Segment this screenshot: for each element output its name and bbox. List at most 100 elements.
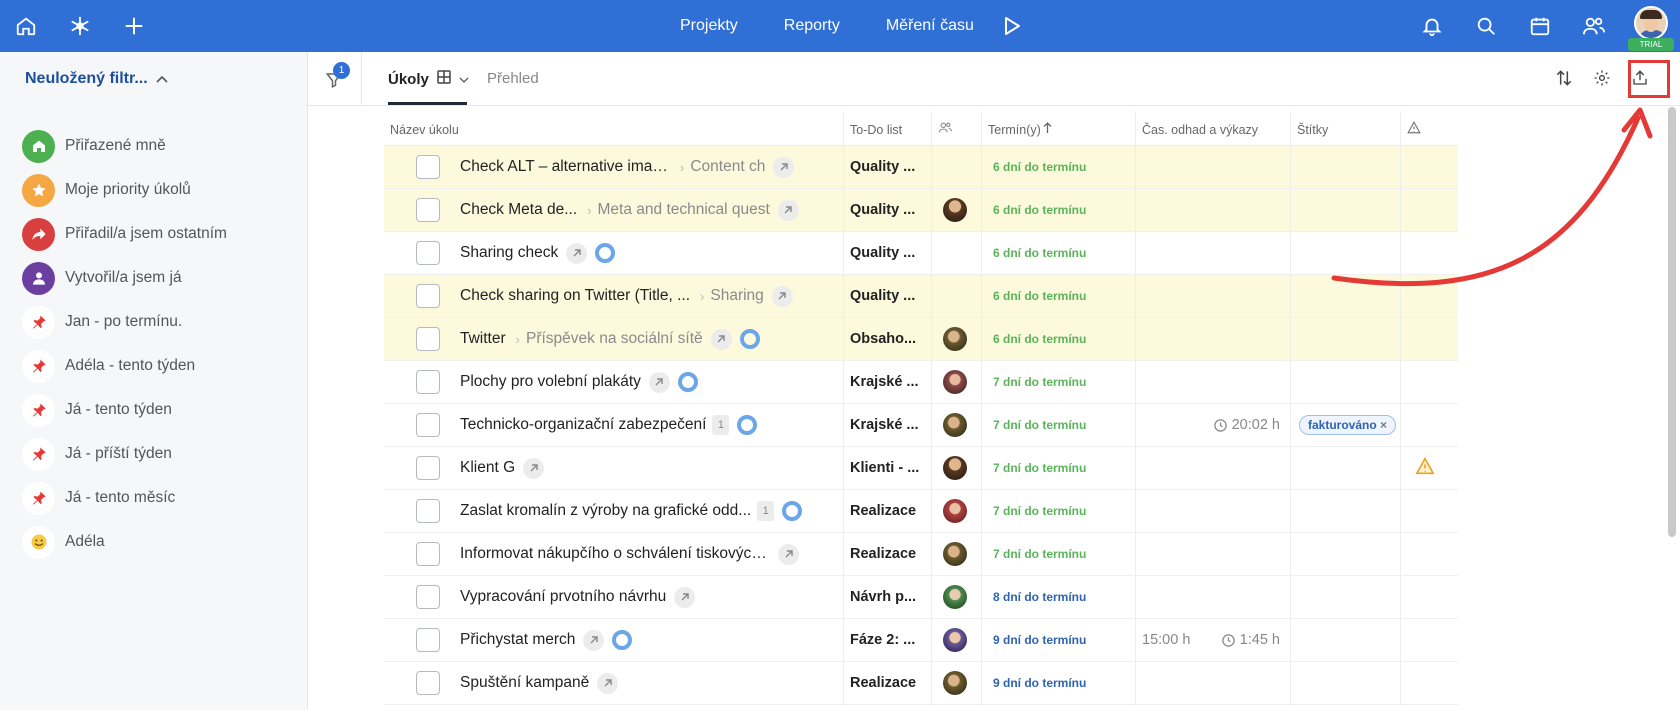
assignee-avatar[interactable] [943, 499, 967, 523]
task-parent-crumb[interactable]: › Meta and technical quest [587, 201, 770, 219]
open-task-icon[interactable] [777, 199, 799, 221]
sidebar-item-adela[interactable]: Adéla [22, 520, 227, 564]
snowflake-icon[interactable] [66, 12, 94, 40]
task-name[interactable]: Sharing check [460, 244, 558, 262]
sidebar-item-vytvoril-ja[interactable]: Vytvořil/a jsem já [22, 256, 227, 300]
task-checkbox[interactable] [416, 370, 440, 394]
table-row[interactable]: Informovat nákupčího o schválení tiskový… [384, 532, 1458, 576]
assignee-avatar[interactable] [943, 327, 967, 351]
todo-list-name[interactable]: Quality ... [844, 202, 915, 218]
todo-list-name[interactable]: Klienti - ... [844, 460, 919, 476]
task-checkbox[interactable] [416, 198, 440, 222]
task-checkbox[interactable] [416, 155, 440, 179]
task-checkbox[interactable] [416, 671, 440, 695]
open-task-icon[interactable] [773, 156, 795, 178]
open-task-icon[interactable] [523, 457, 545, 479]
assignee-avatar[interactable] [943, 628, 967, 652]
task-name[interactable]: Spuštění kampaně [460, 674, 589, 692]
time-estimate[interactable]: 15:00 h [1142, 632, 1190, 648]
task-name[interactable]: Check ALT – alternative imag... [460, 158, 670, 176]
todo-list-name[interactable]: Realizace [844, 503, 916, 519]
task-name[interactable]: Informovat nákupčího o schválení tiskový… [460, 545, 770, 563]
nav-reporty[interactable]: Reporty [784, 17, 840, 35]
nav-mereni-casu[interactable]: Měření času [886, 17, 974, 35]
table-row[interactable]: Spuštění kampaně Realizace 9 dní do term… [384, 661, 1458, 705]
plus-icon[interactable] [120, 12, 148, 40]
table-row[interactable]: Check ALT – alternative imag... › Content… [384, 145, 1458, 189]
warning-icon[interactable] [1415, 456, 1435, 480]
task-checkbox[interactable] [416, 456, 440, 480]
todo-list-name[interactable]: Quality ... [844, 288, 915, 304]
task-checkbox[interactable] [416, 413, 440, 437]
todo-list-name[interactable]: Realizace [844, 546, 916, 562]
todo-list-name[interactable]: Krajské ... [844, 417, 919, 433]
table-row[interactable]: Zaslat kromalín z výroby na grafické odd… [384, 489, 1458, 533]
filter-title-dropdown[interactable]: Neuložený filtr... [25, 70, 168, 88]
open-task-icon[interactable] [597, 672, 619, 694]
assignee-avatar[interactable] [943, 370, 967, 394]
sidebar-item-ja-tento-tyden[interactable]: Já - tento týden [22, 388, 227, 432]
assignee-avatar[interactable] [943, 671, 967, 695]
table-row[interactable]: Vypracování prvotního návrhu Návrh p... … [384, 575, 1458, 619]
tab-prehled[interactable]: Přehled [487, 70, 539, 87]
todo-list-name[interactable]: Obsaho... [844, 331, 916, 347]
sidebar-item-ja-tento-mesic[interactable]: Já - tento měsíc [22, 476, 227, 520]
task-name[interactable]: Plochy pro volební plakáty [460, 373, 641, 391]
task-name[interactable]: Check Meta de... [460, 201, 577, 219]
gear-icon[interactable] [1590, 66, 1614, 90]
task-parent-crumb[interactable]: › Příspěvek na sociální sítě [516, 330, 703, 348]
task-checkbox[interactable] [416, 327, 440, 351]
todo-list-name[interactable]: Realizace [844, 675, 916, 691]
assignee-avatar[interactable] [943, 585, 967, 609]
chevron-down-icon[interactable] [459, 71, 469, 88]
bell-icon[interactable] [1418, 12, 1446, 40]
filter-toggle-button[interactable]: 1 [308, 52, 362, 106]
home-icon[interactable] [12, 12, 40, 40]
table-row[interactable]: Plochy pro volební plakáty Krajské ... 7… [384, 360, 1458, 404]
sidebar-item-ja-pristi-tyden[interactable]: Já - příští týden [22, 432, 227, 476]
assignee-avatar[interactable] [943, 198, 967, 222]
users-icon[interactable] [1580, 12, 1608, 40]
open-task-icon[interactable] [771, 285, 793, 307]
table-row[interactable]: Technicko-organizační zabezpečení 1 Kraj… [384, 403, 1458, 447]
todo-list-name[interactable]: Fáze 2: ... [844, 632, 915, 648]
column-header-name[interactable]: Název úkolu [384, 111, 844, 145]
sort-icon[interactable] [1552, 66, 1576, 90]
task-name[interactable]: Klient G [460, 459, 515, 477]
open-task-icon[interactable] [778, 543, 799, 565]
assignee-avatar[interactable] [943, 542, 967, 566]
task-name[interactable]: Technicko-organizační zabezpečení [460, 416, 706, 434]
task-name[interactable]: Vypracování prvotního návrhu [460, 588, 666, 606]
table-row[interactable]: Klient G Klienti - ... 7 dní do termínu [384, 446, 1458, 490]
open-task-icon[interactable] [648, 371, 670, 393]
vertical-scrollbar[interactable] [1668, 107, 1676, 537]
search-icon[interactable] [1472, 12, 1500, 40]
sidebar-item-prirazene-mne[interactable]: Přiřazené mně [22, 124, 227, 168]
table-row[interactable]: Twitter › Příspěvek na sociální sítě Obsa… [384, 317, 1458, 361]
sidebar-item-moje-priority[interactable]: Moje priority úkolů [22, 168, 227, 212]
table-row[interactable]: Přichystat merch Fáze 2: ... 9 dní do te… [384, 618, 1458, 662]
task-checkbox[interactable] [416, 542, 440, 566]
sidebar-item-priradil-ostatnim[interactable]: Přiřadil/a jsem ostatním [22, 212, 227, 256]
task-checkbox[interactable] [416, 499, 440, 523]
column-header-time[interactable]: Čas. odhad a výkazy [1136, 111, 1291, 145]
open-task-icon[interactable] [710, 328, 732, 350]
time-logged[interactable]: 20:02 h [1213, 417, 1280, 433]
task-name[interactable]: Zaslat kromalín z výroby na grafické odd… [460, 502, 751, 520]
table-row[interactable]: Sharing check Quality ... 6 dní do termí… [384, 231, 1458, 275]
todo-list-name[interactable]: Krajské ... [844, 374, 919, 390]
task-name[interactable]: Check sharing on Twitter (Title, ... [460, 287, 690, 305]
tag-badge[interactable]: fakturováno × [1299, 415, 1397, 435]
task-checkbox[interactable] [416, 284, 440, 308]
sidebar-item-adela-tento-tyden[interactable]: Adéla - tento týden [22, 344, 227, 388]
task-parent-crumb[interactable]: › Sharing [700, 287, 764, 305]
task-checkbox[interactable] [416, 585, 440, 609]
task-name[interactable]: Twitter [460, 330, 506, 348]
nav-projekty[interactable]: Projekty [680, 17, 738, 35]
assignee-avatar[interactable] [943, 413, 967, 437]
task-checkbox[interactable] [416, 628, 440, 652]
todo-list-name[interactable]: Quality ... [844, 159, 915, 175]
todo-list-name[interactable]: Návrh p... [844, 589, 916, 605]
time-logged[interactable]: 1:45 h [1221, 632, 1280, 648]
open-task-icon[interactable] [583, 629, 605, 651]
